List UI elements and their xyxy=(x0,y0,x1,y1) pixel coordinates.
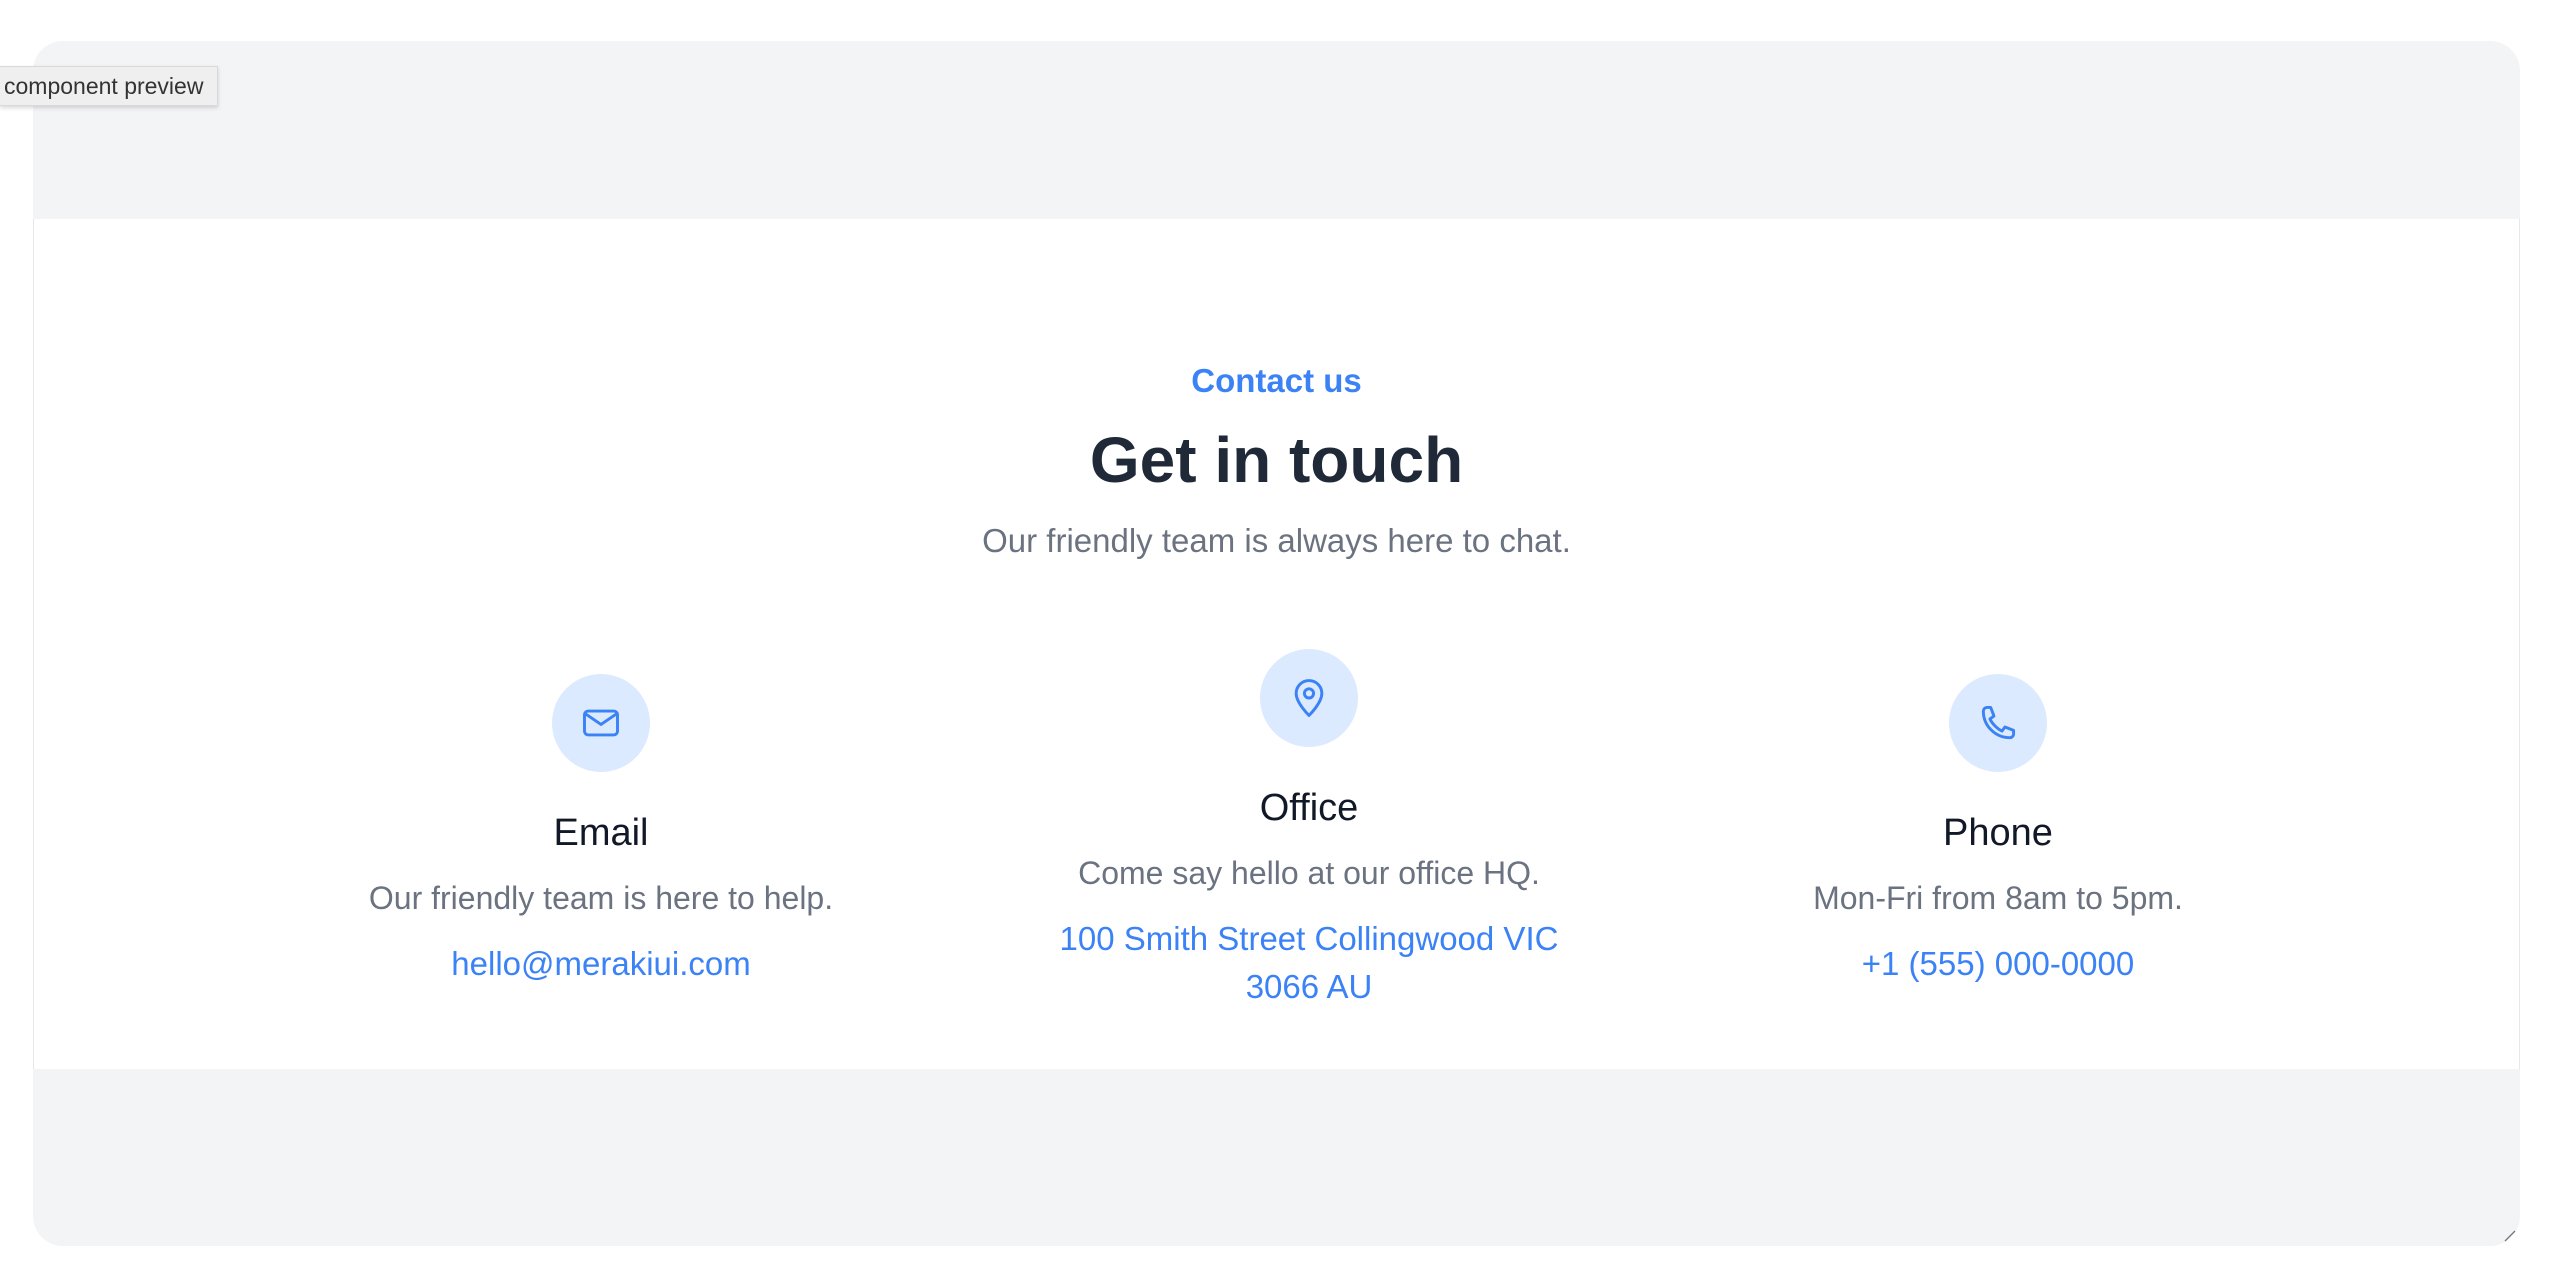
contact-subtitle: Our friendly team is always here to chat… xyxy=(982,522,1571,559)
phone-icon xyxy=(1949,674,2047,772)
mail-icon xyxy=(552,674,650,772)
office-card: Office Come say hello at our office HQ. … xyxy=(989,649,1629,1011)
phone-card-description: Mon-Fri from 8am to 5pm. xyxy=(1813,880,2183,916)
office-address-link[interactable]: 100 Smith Street Collingwood VIC 3066 AU xyxy=(989,915,1629,1011)
resize-handle-icon[interactable] xyxy=(2502,1228,2516,1242)
component-preview-tag: component preview xyxy=(0,66,219,106)
email-link[interactable]: hello@merakiui.com xyxy=(281,940,921,988)
phone-card: Phone Mon-Fri from 8am to 5pm. +1 (555) … xyxy=(1678,674,2318,988)
email-card-title: Email xyxy=(553,812,649,854)
phone-card-title: Phone xyxy=(1943,812,2053,854)
email-card: Email Our friendly team is here to help.… xyxy=(281,674,921,988)
contact-section: Contact us Get in touch Our friendly tea… xyxy=(33,219,2520,1069)
phone-link[interactable]: +1 (555) 000-0000 xyxy=(1678,940,2318,988)
preview-frame: Contact us Get in touch Our friendly tea… xyxy=(33,41,2520,1246)
office-card-title: Office xyxy=(1259,787,1359,829)
page-title: Get in touch xyxy=(1089,424,1464,496)
map-pin-icon xyxy=(1260,649,1358,747)
contact-eyebrow: Contact us xyxy=(1191,362,1362,399)
email-card-description: Our friendly team is here to help. xyxy=(368,880,834,916)
office-card-description: Come say hello at our office HQ. xyxy=(1078,855,1540,891)
